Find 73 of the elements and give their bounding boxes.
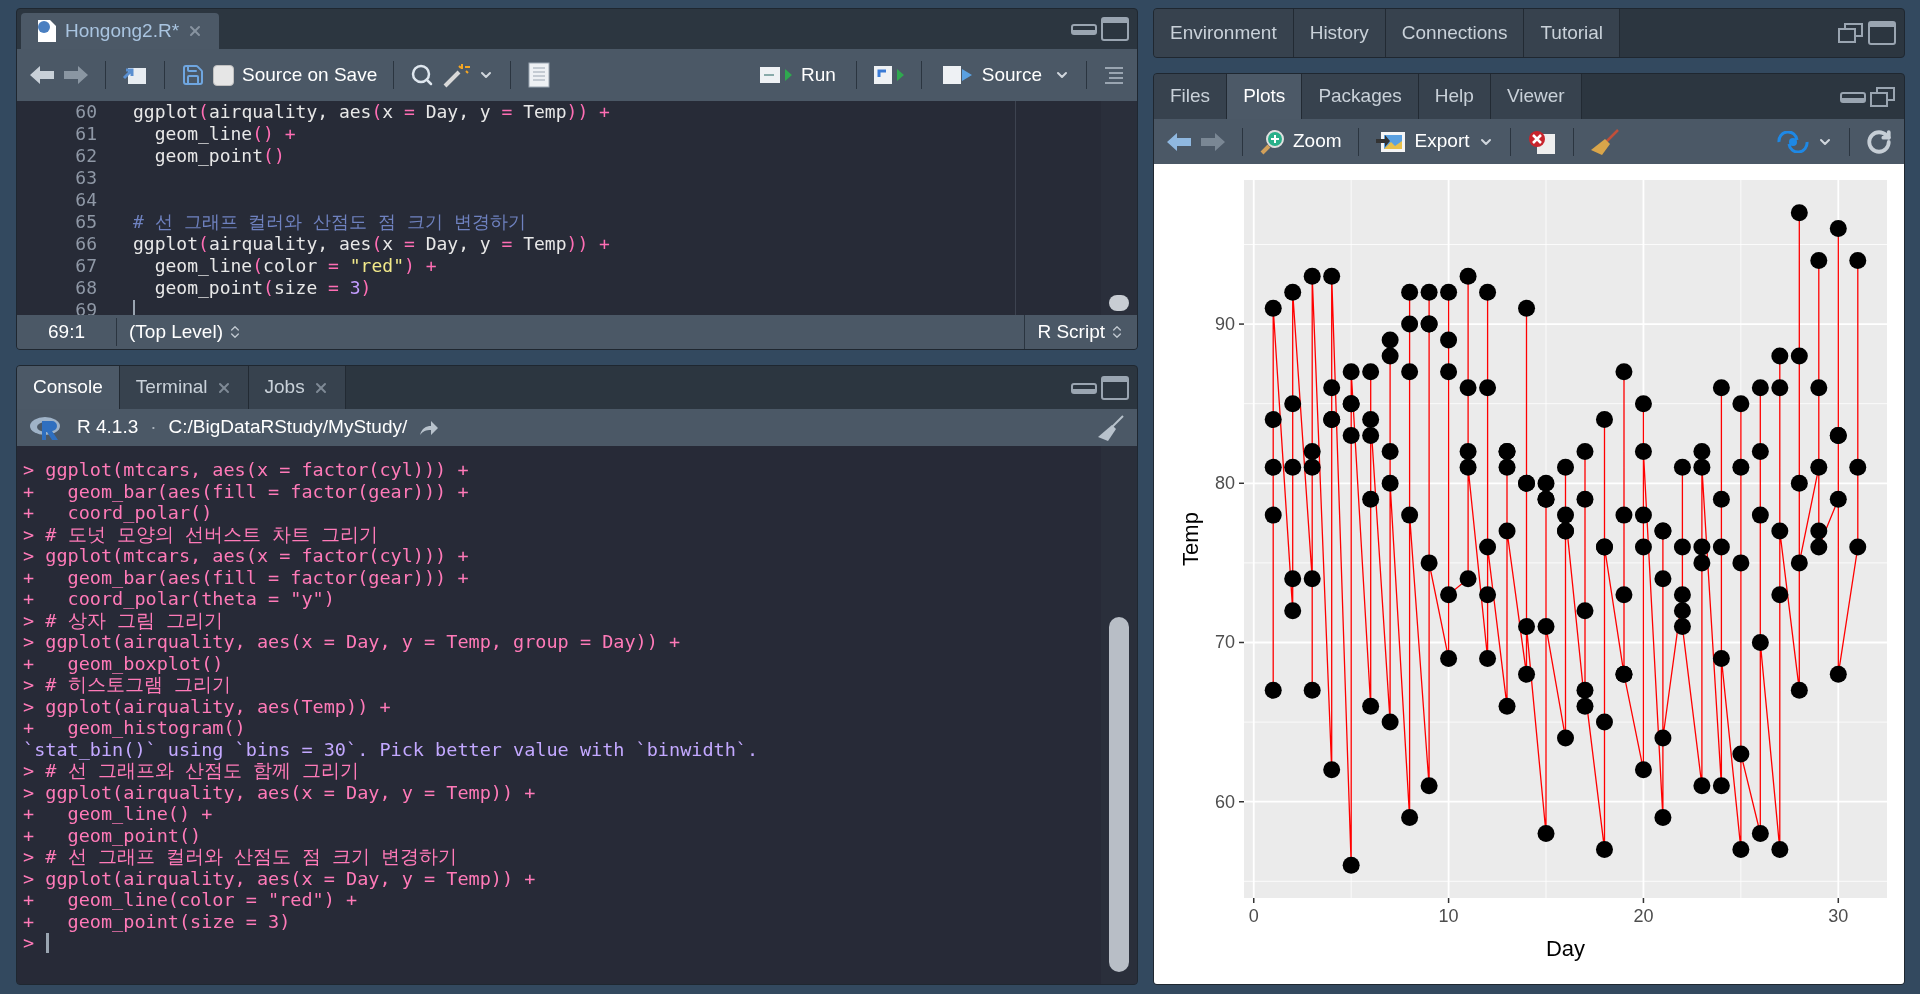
console-line: + geom_boxplot() — [23, 652, 224, 674]
tab[interactable]: Environment — [1154, 9, 1294, 57]
code-line: geom_line(color = "red") + — [153, 255, 437, 277]
console-line: > # 상자 그림 그리기 — [23, 609, 223, 631]
code-line: # 선 그래프 컬러와 산점도 점 크기 변경하기 — [133, 211, 526, 233]
line-number: 64 — [74, 189, 97, 211]
line-number: 62 — [74, 145, 97, 167]
tick-label: 20 — [1633, 906, 1654, 926]
console-line: + geom_line() + — [23, 803, 213, 825]
line-number: 68 — [74, 277, 97, 299]
line-number: 66 — [74, 233, 97, 255]
console-line: > ggplot(mtcars, aes(x = factor(cyl))) + — [23, 459, 469, 481]
tab[interactable]: Hongong2.R* — [21, 13, 220, 49]
console-line: > ggplot(airquality, aes(x = Day, y = Temp)) + — [23, 781, 536, 803]
console-line: > # 도넛 모양의 선버스트 차트 그리기 — [23, 523, 379, 545]
console-line: > # 선 그래프와 산점도 함께 그리기 — [23, 760, 360, 782]
axis-title: Temp — [1178, 512, 1203, 566]
console-line: + geom_bar(aes(fill = factor(gear))) + — [23, 566, 469, 588]
console-line: + coord_polar() — [23, 502, 213, 524]
tick-label: 60 — [1214, 791, 1235, 812]
console-line: > # 선 그래프 컬러와 산점도 점 크기 변경하기 — [23, 846, 458, 868]
code-line: geom_line() + — [153, 123, 296, 145]
tab[interactable]: Connections — [1385, 9, 1525, 57]
line-number: 60 — [74, 101, 97, 123]
console-line: > ggplot(airquality, aes(x = Day, y = Temp)) + — [23, 867, 536, 889]
scope-selector[interactable]: (Top Level) — [117, 317, 255, 347]
run-button[interactable]: Run — [754, 60, 840, 90]
source-button[interactable]: Source — [937, 60, 1046, 90]
tab[interactable]: Tutorial — [1524, 9, 1621, 57]
console-line: + geom_point(size = 3) — [23, 910, 291, 932]
cursor-position: 69:1 — [17, 317, 117, 347]
tab[interactable]: Plots — [1227, 74, 1303, 119]
tick-label: 70 — [1214, 632, 1235, 653]
tick-label: 80 — [1214, 473, 1235, 494]
code-line: geom_point(size = 3) — [153, 277, 372, 299]
tab[interactable]: Jobs — [248, 366, 346, 409]
line-number: 63 — [74, 167, 97, 189]
source-on-save-checkbox[interactable]: Source on Save — [213, 60, 378, 90]
code-line: ggplot(airquality, aes(x = Day, y = Temp)) + — [133, 101, 610, 123]
export-button[interactable]: Export — [1374, 127, 1494, 156]
console-line: + geom_bar(aes(fill = factor(gear))) + — [23, 480, 469, 502]
line-number: 65 — [74, 211, 97, 233]
tick-label: 90 — [1214, 314, 1235, 335]
console-line: + geom_point() — [23, 824, 202, 846]
separator-dot: · — [150, 415, 157, 440]
zoom-button[interactable]: Zoom — [1259, 127, 1342, 156]
console-line: > ggplot(airquality, aes(Temp)) + — [23, 695, 391, 717]
console-line: > # 히스토그램 그리기 — [23, 674, 231, 696]
tab[interactable]: Viewer — [1490, 74, 1582, 119]
console-line: > — [23, 932, 35, 954]
tick-label: 10 — [1438, 906, 1459, 926]
console-line: + geom_line(color = "red") + — [23, 889, 358, 911]
code-line: geom_point() — [153, 145, 285, 167]
console-line: + geom_histogram() — [23, 717, 246, 739]
line-number: 67 — [74, 255, 97, 277]
code-line: ggplot(airquality, aes(x = Day, y = Temp)) + — [133, 233, 610, 255]
tab[interactable]: Files — [1154, 74, 1228, 119]
r-version: R 4.1.3 — [77, 415, 139, 440]
tab[interactable]: Terminal — [119, 366, 249, 409]
file-type-selector[interactable]: R Script — [1024, 315, 1137, 349]
tab[interactable]: Packages — [1302, 74, 1419, 119]
working-directory: C:/BigDataRStudy/MyStudy/ — [168, 415, 408, 440]
tab[interactable]: History — [1293, 9, 1386, 57]
console-line: > ggplot(mtcars, aes(x = factor(cyl))) + — [23, 545, 469, 567]
tick-label: 30 — [1828, 906, 1849, 926]
tab[interactable]: Console — [17, 366, 120, 409]
console-line: > ggplot(airquality, aes(x = Day, y = Temp, group = Day)) + — [23, 631, 681, 653]
console-line: `stat_bin()` using `bins = 30`. Pick better value with `binwidth`. — [23, 738, 759, 760]
tab[interactable]: Help — [1418, 74, 1491, 119]
axis-title: Day — [1545, 936, 1586, 961]
line-number: 61 — [74, 123, 97, 145]
console-line: + coord_polar(theta = "y") — [23, 588, 335, 610]
tick-label: 0 — [1248, 906, 1259, 926]
